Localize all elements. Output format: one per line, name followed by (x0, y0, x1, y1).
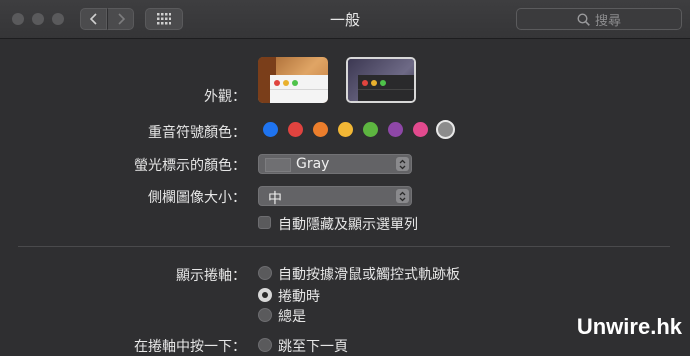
scrollbar-option-auto-label: 自動按據滑鼠或觸控式軌跡板 (278, 267, 460, 283)
accent-swatch-red[interactable] (288, 122, 303, 137)
watermark: Unwire.hk (576, 314, 682, 339)
color-sample (265, 158, 291, 172)
click-scrollbar-label: 在捲軸中按一下： (134, 339, 246, 355)
accent-swatch-yellow[interactable] (338, 122, 353, 137)
accent-swatch-blue[interactable] (263, 122, 278, 137)
search-placeholder: 搜尋 (594, 13, 621, 29)
popup-stepper-icon (396, 189, 409, 203)
sidebar-icon-size-value: 中 (268, 191, 282, 207)
popup-stepper-icon (396, 157, 409, 171)
accent-swatch-graphite[interactable] (436, 120, 455, 139)
appearance-light-option[interactable] (258, 57, 328, 103)
search-field[interactable]: 搜尋 (516, 8, 682, 30)
highlight-color-label: 螢光標示的顏色： (134, 158, 246, 174)
highlight-color-popup[interactable]: Gray (258, 154, 412, 174)
scrollbar-option-always-label: 總是 (278, 309, 306, 325)
sidebar-icon-size-label: 側欄圖像大小： (148, 190, 246, 206)
scrollbar-option-scrolling-radio[interactable] (258, 288, 272, 302)
accent-swatch-orange[interactable] (313, 122, 328, 137)
appearance-label: 外觀： (204, 89, 246, 105)
click-scrollbar-option-radio[interactable] (258, 338, 272, 352)
section-divider (18, 246, 670, 247)
sidebar-icon-size-popup[interactable]: 中 (258, 186, 412, 207)
click-scrollbar-option-label: 跳至下一頁 (278, 339, 348, 355)
appearance-dark-option[interactable] (346, 57, 416, 103)
scrollbar-option-auto-radio[interactable] (258, 266, 272, 280)
highlight-color-value: Gray (296, 156, 330, 172)
accent-swatch-green[interactable] (363, 122, 378, 137)
title-bar: 一般 搜尋 (0, 0, 690, 39)
scrollbars-label: 顯示捲軸： (176, 268, 246, 284)
search-icon (577, 12, 590, 26)
scrollbar-option-always-radio[interactable] (258, 308, 272, 322)
scrollbar-option-scrolling-label: 捲動時 (278, 289, 320, 305)
radio-dot-icon (262, 292, 268, 298)
accent-color-label: 重音符號顏色： (148, 125, 246, 141)
accent-swatch-pink[interactable] (413, 122, 428, 137)
auto-hide-menu-checkbox[interactable] (258, 216, 271, 229)
accent-swatch-purple[interactable] (388, 122, 403, 137)
auto-hide-menu-label: 自動隱藏及顯示選單列 (278, 217, 418, 233)
